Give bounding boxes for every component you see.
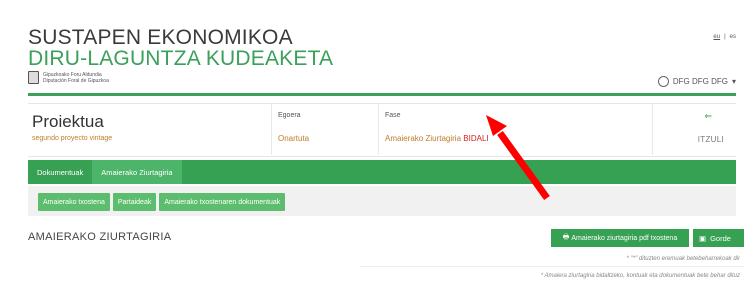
annotation-arrow-shaft: [497, 130, 550, 201]
page: SUSTAPEN EKONOMIKOA DIRU-LAGUNTZA KUDEAK…: [0, 0, 744, 291]
annotation-arrow: [486, 115, 550, 201]
